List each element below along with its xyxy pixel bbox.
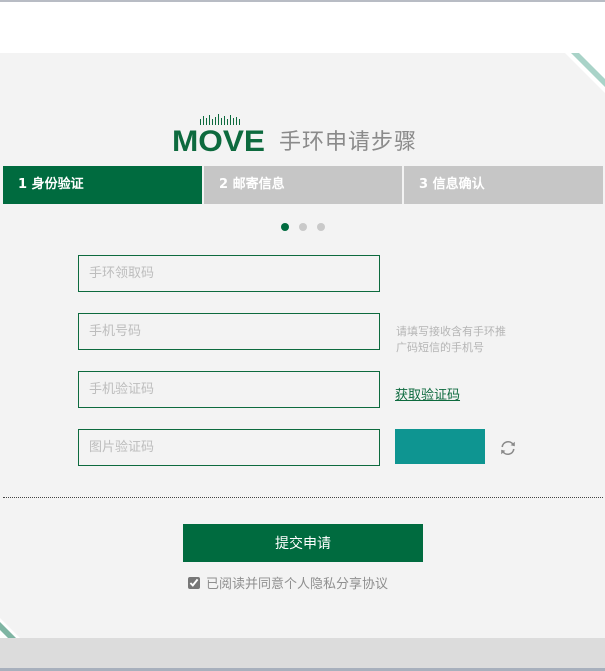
image-code-input[interactable] — [78, 429, 380, 466]
application-panel: MOVE 手环申请步骤 1 身份验证 2 邮寄信息 3 信息确认 请填写接收含有… — [0, 53, 605, 638]
pager-dot-1[interactable] — [281, 223, 289, 231]
pager-dots — [281, 223, 325, 231]
bottom-bar — [0, 638, 605, 671]
get-code-link[interactable]: 获取验证码 — [395, 384, 460, 403]
step-info-confirmation[interactable]: 3 信息确认 — [404, 166, 603, 204]
sms-code-input[interactable] — [78, 371, 380, 408]
phone-input[interactable] — [78, 313, 380, 350]
submit-application-button[interactable]: 提交申请 — [183, 524, 423, 562]
captcha-image[interactable] — [395, 429, 485, 464]
agreement-row[interactable]: 已阅读并同意个人隐私分享协议 — [188, 573, 388, 592]
header-blank-area — [0, 2, 605, 53]
refresh-icon[interactable] — [499, 439, 517, 457]
pager-dot-2[interactable] — [299, 223, 307, 231]
step-mailing-info[interactable]: 2 邮寄信息 — [204, 166, 404, 204]
step-indicator: 1 身份验证 2 邮寄信息 3 信息确认 — [3, 166, 603, 204]
pager-dot-3[interactable] — [317, 223, 325, 231]
agreement-checkbox[interactable] — [188, 576, 200, 589]
logo-wordmark: MOVE — [172, 125, 265, 153]
corner-decoration-bottom-left — [0, 618, 20, 638]
page-title: 手环申请步骤 — [279, 130, 418, 155]
agreement-label: 已阅读并同意个人隐私分享协议 — [206, 577, 389, 592]
move-logo: MOVE — [172, 114, 265, 153]
step-identity-verification[interactable]: 1 身份验证 — [3, 166, 204, 204]
band-code-input[interactable] — [78, 255, 380, 292]
corner-decoration-top-right — [565, 53, 605, 93]
phone-hint: 请填写接收含有手环推广码短信的手机号 — [396, 325, 506, 354]
form-divider — [3, 497, 603, 498]
